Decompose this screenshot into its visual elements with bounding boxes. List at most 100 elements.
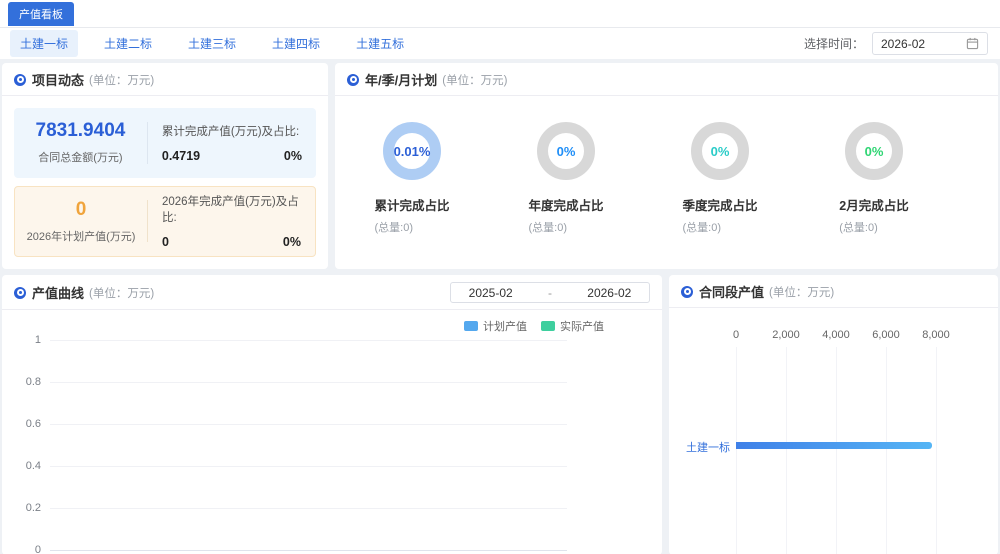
donut-ring: 0.01%	[383, 122, 441, 180]
legend-label: 实际产值	[560, 318, 604, 334]
donut-cumulative: 0.01% 累计完成占比 (总量:0)	[335, 122, 489, 235]
tab-section-1[interactable]: 土建一标	[10, 30, 78, 57]
legend-item-planned[interactable]: 计划产值	[464, 318, 527, 334]
line-chart-gridline	[50, 550, 567, 551]
donut-percent: 0%	[557, 144, 576, 159]
bar-chart: 0 2,000 4,000 6,000 8,000 土建一标	[669, 308, 998, 554]
panel-title: 产值曲线	[32, 283, 84, 302]
donut-label: 累计完成占比	[374, 195, 449, 214]
bar-chart-xtick: 2,000	[772, 329, 800, 341]
target-circle-icon	[14, 74, 26, 86]
donut-label: 季度完成占比	[682, 195, 757, 214]
panel-project-dynamics: 项目动态 (单位：万元) 7831.9404 合同总金额(万元) 累计完成产值(…	[2, 63, 328, 269]
donut-year: 0% 年度完成占比 (总量:0)	[489, 122, 643, 235]
line-chart-ytick: 0.6	[26, 418, 41, 430]
cumulative-output-percent: 0%	[284, 149, 302, 163]
top-bar: 产值看板	[0, 0, 1000, 28]
legend-item-actual[interactable]: 实际产值	[541, 318, 604, 334]
range-separator: -	[548, 286, 552, 300]
donut-label: 2月完成占比	[839, 195, 908, 214]
panel-contract-output: 合同段产值 (单位：万元) 0 2,000 4,000 6,000 8,000 土建一标	[669, 275, 998, 554]
donut-percent: 0.01%	[394, 144, 431, 159]
contract-total-value: 7831.9404	[14, 120, 147, 142]
year-output-percent: 0%	[283, 235, 301, 249]
date-picker-area: 选择时间： 2026-02	[804, 32, 990, 55]
panel-title: 项目动态	[32, 70, 84, 89]
panel-contract-header: 合同段产值 (单位：万元)	[669, 275, 998, 308]
date-picker-label: 选择时间：	[804, 35, 864, 52]
panel-curve-header: 产值曲线 (单位：万元) 2025-02 - 2026-02	[2, 275, 662, 310]
contract-total-label: 合同总金额(万元)	[14, 149, 147, 165]
line-chart-ytick: 0.2	[26, 502, 41, 514]
donut-percent: 0%	[865, 144, 884, 159]
donut-label: 年度完成占比	[528, 195, 603, 214]
year-output-title: 2026年完成产值(万元)及占比:	[162, 193, 301, 225]
panel-unit-label: (单位：万元)	[89, 285, 154, 301]
line-chart-ytick: 0	[35, 544, 41, 554]
bar-chart-xtick: 4,000	[822, 329, 850, 341]
line-chart-ytick: 1	[35, 334, 41, 346]
target-circle-icon	[14, 287, 26, 299]
range-end-value[interactable]: 2026-02	[587, 286, 631, 300]
line-chart-gridline	[50, 424, 567, 425]
donut-total: (总量:0)	[682, 219, 757, 235]
tab-section-5[interactable]: 土建五标	[346, 30, 414, 57]
year-plan-label: 2026年计划产值(万元)	[15, 228, 147, 244]
stat-card-contract-total: 7831.9404 合同总金额(万元) 累计完成产值(万元)及占比: 0.471…	[14, 108, 316, 178]
panel-unit-label: (单位：万元)	[769, 284, 834, 300]
top-tab-dashboard[interactable]: 产值看板	[8, 2, 74, 26]
line-chart-gridline	[50, 466, 567, 467]
bar-chart-gridline	[836, 347, 837, 554]
donut-quarter: 0% 季度完成占比 (总量:0)	[643, 122, 797, 235]
stat-card-year-plan: 0 2026年计划产值(万元) 2026年完成产值(万元)及占比: 0 0%	[14, 186, 316, 258]
bar-category-label[interactable]: 土建一标	[686, 439, 730, 455]
year-output-value: 0	[162, 235, 169, 249]
tab-section-2[interactable]: 土建二标	[94, 30, 162, 57]
tab-section-4[interactable]: 土建四标	[262, 30, 330, 57]
date-range-picker[interactable]: 2025-02 - 2026-02	[450, 282, 650, 303]
target-circle-icon	[347, 74, 359, 86]
donut-ring: 0%	[537, 122, 595, 180]
line-chart-gridline	[50, 508, 567, 509]
donut-percent: 0%	[711, 144, 730, 159]
panel-unit-label: (单位：万元)	[442, 72, 507, 88]
line-chart-ytick: 0.8	[26, 376, 41, 388]
range-start-value[interactable]: 2025-02	[469, 286, 513, 300]
bar-chart-gridline	[936, 347, 937, 554]
year-plan-value: 0	[15, 199, 147, 221]
line-chart-gridline	[50, 340, 567, 341]
line-chart-gridline	[50, 382, 567, 383]
bar-chart-gridline	[786, 347, 787, 554]
section-tabs-bar: 土建一标 土建二标 土建三标 土建四标 土建五标 选择时间： 2026-02	[0, 28, 1000, 59]
bar-chart-xtick: 8,000	[922, 329, 950, 341]
target-circle-icon	[681, 286, 693, 298]
panel-plan-header: 年/季/月计划 (单位：万元)	[335, 63, 998, 96]
donut-ring: 0%	[845, 122, 903, 180]
bar-chart-gridline	[736, 347, 737, 554]
panel-title: 年/季/月计划	[365, 70, 437, 89]
dashboard-grid: 项目动态 (单位：万元) 7831.9404 合同总金额(万元) 累计完成产值(…	[2, 63, 998, 554]
panel-output-curve: 产值曲线 (单位：万元) 2025-02 - 2026-02 计划产值 实际	[2, 275, 662, 554]
cumulative-output-value: 0.4719	[162, 149, 200, 163]
bar-chart-gridline	[886, 347, 887, 554]
panel-title: 合同段产值	[699, 282, 764, 301]
date-picker-input[interactable]: 2026-02	[872, 32, 988, 55]
panel-unit-label: (单位：万元)	[89, 72, 154, 88]
bar-chart-plot-area: 02,0004,0006,0008,000土建一标	[736, 347, 936, 554]
donut-ring: 0%	[691, 122, 749, 180]
chart-legend: 计划产值 实际产值	[464, 318, 604, 334]
line-chart-ytick: 0.4	[26, 460, 41, 472]
calendar-icon[interactable]	[966, 37, 979, 50]
donut-total: (总量:0)	[839, 219, 908, 235]
line-chart-plot-area: 00.20.40.60.812025-092025-112026-022026-…	[50, 340, 567, 550]
donut-row: 0.01% 累计完成占比 (总量:0) 0% 年度完成占比	[335, 96, 998, 235]
legend-label: 计划产值	[483, 318, 527, 334]
panel-plan: 年/季/月计划 (单位：万元) 0.01% 累计完成占比 (总量:0)	[335, 63, 998, 269]
tab-section-3[interactable]: 土建三标	[178, 30, 246, 57]
date-picker-value[interactable]: 2026-02	[881, 37, 966, 51]
donut-total: (总量:0)	[374, 219, 449, 235]
legend-swatch-actual	[541, 321, 555, 331]
donut-total: (总量:0)	[528, 219, 603, 235]
bar-chart-xtick: 0	[733, 329, 739, 341]
bar-chart-xtick: 6,000	[872, 329, 900, 341]
